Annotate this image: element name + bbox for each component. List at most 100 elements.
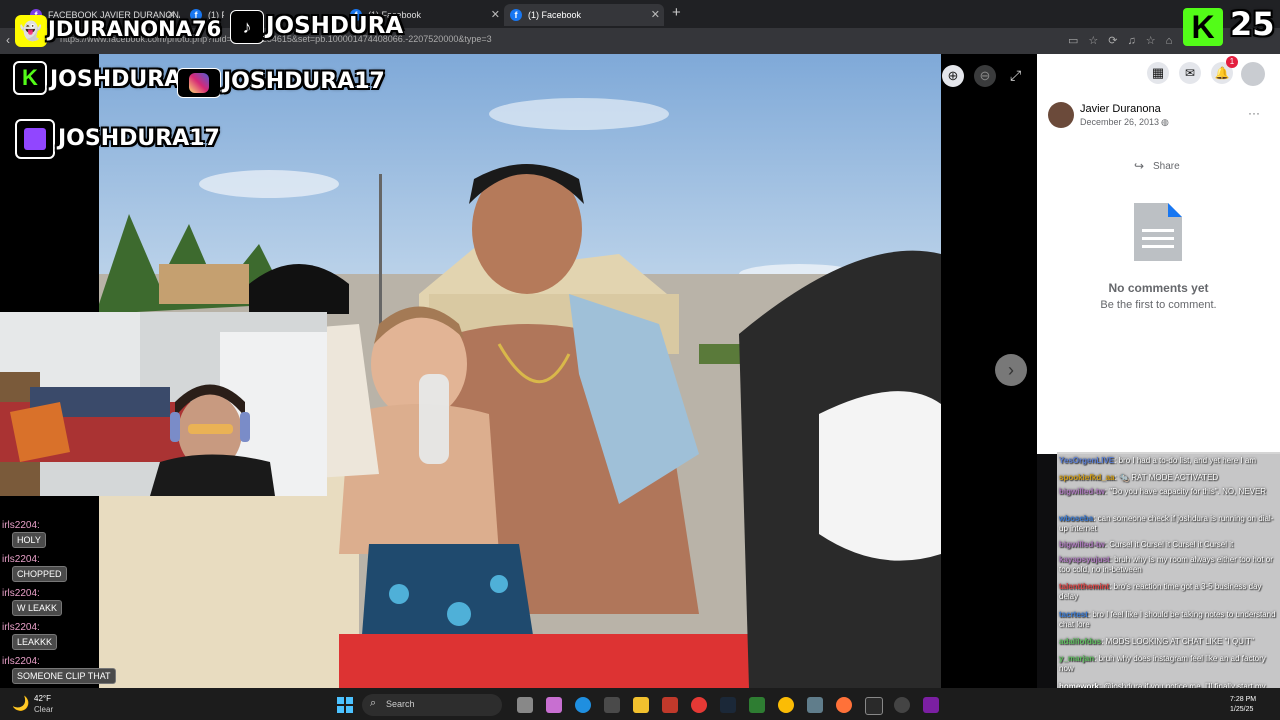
- twitch-chat-message: spookiefkd_aa: 🐀 RAT MODE ACTIVATED: [1059, 473, 1277, 483]
- clock-date[interactable]: 1/25/25: [1230, 706, 1253, 713]
- kick-logo-icon: K: [1183, 8, 1223, 46]
- chat-username: irls2204:: [2, 656, 40, 667]
- twitch-chat-username: YesOrgenLIVE: [1059, 456, 1115, 465]
- twitch-chat-text: : bro I feel like I should be taking not…: [1059, 610, 1276, 629]
- zoom-out-icon[interactable]: ⊖: [974, 65, 996, 87]
- back-arrow-icon[interactable]: ‹: [6, 33, 10, 47]
- firefox-icon[interactable]: [836, 697, 852, 713]
- taskbar-search-box[interactable]: [362, 694, 502, 716]
- edge-icon[interactable]: [575, 697, 591, 713]
- chat-username: irls2204:: [2, 520, 40, 531]
- twitch-chat-username: wboseba: [1059, 514, 1094, 523]
- twitch-chat-username: spookiefkd_aa: [1059, 473, 1115, 482]
- twitch-chat-username: adalilofdus: [1059, 637, 1102, 646]
- author-avatar[interactable]: [1048, 102, 1074, 128]
- clock-time[interactable]: 7:28 PM: [1230, 696, 1256, 703]
- tiktok-icon: ♪: [230, 10, 264, 44]
- next-photo-button[interactable]: ›: [995, 354, 1027, 386]
- app-icon[interactable]: [749, 697, 765, 713]
- copilot-icon[interactable]: [546, 697, 562, 713]
- close-icon[interactable]: ✕: [651, 4, 660, 26]
- instagram-icon: [177, 68, 221, 98]
- tab-label: (1) Facebook: [528, 10, 582, 20]
- epic-games-icon[interactable]: [865, 697, 883, 715]
- task-view-icon[interactable]: [517, 697, 533, 713]
- twitch-chat-message: tacrtest: bro I feel like I should be ta…: [1059, 610, 1277, 630]
- weather-moon-icon: 🌙: [12, 695, 30, 711]
- tiktok-handle: JOSHDURA: [266, 13, 404, 39]
- share-icon: ↪: [1134, 159, 1145, 173]
- chat-username: irls2204:: [2, 588, 40, 599]
- twitch-chat-message: y_marjan: bruh why does instagram feel l…: [1059, 654, 1277, 674]
- weather-temp[interactable]: 42°F: [34, 694, 51, 703]
- twitch-chat-message: YesOrgenLIVE: bro I had a to-do list, an…: [1059, 456, 1277, 466]
- messenger-icon[interactable]: ✉: [1179, 62, 1201, 84]
- notification-badge: 1: [1226, 56, 1238, 68]
- no-comments-document-icon: [1134, 203, 1182, 261]
- app-icon[interactable]: [604, 697, 620, 713]
- twitch-chat-text: : MODS LOOKING AT CHAT LIKE "I QUIT": [1101, 637, 1254, 646]
- obs-icon[interactable]: [894, 697, 910, 713]
- search-icon: ⌕: [370, 697, 377, 709]
- browser-toolbar-icons: ▭☆⟳♫☆⌂: [1068, 35, 1183, 47]
- twitch-chat-text: : "Do you have capacity for this". NO, N…: [1104, 487, 1267, 496]
- twitch-chat-username: bigwilled-tw: [1059, 487, 1105, 496]
- post-author[interactable]: Javier Duranona: [1080, 103, 1161, 115]
- taskbar-search-label: Search: [386, 699, 415, 709]
- twitch-chat-username: bigwilled-tw: [1059, 540, 1105, 549]
- steam-icon[interactable]: [720, 697, 736, 713]
- chat-message: SOMEONE CLIP THAT: [12, 668, 116, 684]
- new-tab-button[interactable]: +: [672, 4, 681, 21]
- twitch-chat-message: bigwilled-tw: "Do you have capacity for …: [1059, 487, 1277, 497]
- chat-username: irls2204:: [2, 622, 40, 633]
- chrome-icon[interactable]: [778, 697, 794, 713]
- twitch-chat-username: kayapsyujust: [1059, 555, 1110, 564]
- facebook-icon: f: [510, 9, 522, 21]
- no-comments-title: No comments yet: [1108, 281, 1209, 295]
- kick-handle: JOSHDURA: [50, 67, 182, 92]
- account-avatar-icon[interactable]: [1241, 62, 1265, 86]
- instagram-handle: JOSHDURA17: [223, 69, 385, 94]
- twitch-chat-text: : bro I had a to-do list, and yet here I…: [1114, 456, 1256, 465]
- snapchat-handle: JDURANONA76: [48, 17, 222, 41]
- media-player-icon[interactable]: [923, 697, 939, 713]
- menu-grid-icon[interactable]: ▦: [1147, 62, 1169, 84]
- close-icon[interactable]: ✕: [491, 4, 500, 26]
- twitch-icon: [15, 119, 55, 159]
- twitch-chat-message: talentthemint: bro's reaction time got a…: [1059, 582, 1277, 602]
- twitch-chat-text: : Cursel it Cursel it Cursel it Cursel i…: [1104, 540, 1234, 549]
- twitch-handle: JOSHDURA17: [58, 126, 220, 151]
- chat-message: LEAKKK: [12, 634, 58, 650]
- no-comments-subtitle: Be the first to comment.: [1100, 299, 1217, 311]
- weather-desc[interactable]: Clear: [34, 705, 53, 714]
- share-button[interactable]: Share: [1153, 161, 1180, 172]
- snapchat-icon: 👻: [15, 15, 47, 47]
- twitch-chat-overlay: YesOrgenLIVE: bro I had a to-do list, an…: [1057, 452, 1280, 688]
- settings-gear-icon[interactable]: [807, 697, 823, 713]
- viewer-counter: 25: [1230, 5, 1275, 43]
- more-options-icon[interactable]: ···: [1248, 106, 1260, 120]
- opera-icon[interactable]: [691, 697, 707, 713]
- chat-message: W LEAKK: [12, 600, 63, 616]
- chat-username: irls2204:: [2, 554, 40, 565]
- webcam-feed: [0, 312, 327, 496]
- browser-tab-4[interactable]: f (1) Facebook ✕: [504, 4, 664, 26]
- fullscreen-icon[interactable]: ⤢: [1010, 67, 1021, 84]
- twitch-chat-message: adalilofdus: MODS LOOKING AT CHAT LIKE "…: [1059, 637, 1277, 647]
- twitch-chat-username: tacrtest: [1059, 610, 1088, 619]
- file-explorer-icon[interactable]: [633, 697, 649, 713]
- app-icon[interactable]: [662, 697, 678, 713]
- zoom-in-icon[interactable]: ⊕: [942, 65, 964, 87]
- kick-icon: K: [13, 61, 47, 95]
- post-date[interactable]: December 26, 2013 ·: [1080, 117, 1165, 127]
- chat-message: HOLY: [12, 532, 46, 548]
- chat-message: CHOPPED: [12, 566, 67, 582]
- twitch-chat-message: bigwilled-tw: Cursel it Cursel it Cursel…: [1059, 540, 1277, 550]
- globe-icon: ◍: [1161, 117, 1169, 127]
- twitch-chat-message: kayapsyujust: bruh why is my room always…: [1059, 555, 1277, 575]
- twitch-chat-username: talentthemint: [1059, 582, 1110, 591]
- twitch-chat-text: : 🐀 RAT MODE ACTIVATED: [1114, 473, 1219, 482]
- windows-start-icon[interactable]: [337, 697, 353, 713]
- twitch-chat-message: wboseba: can someone check if joshdura i…: [1059, 514, 1277, 534]
- twitch-chat-username: y_marjan: [1059, 654, 1095, 663]
